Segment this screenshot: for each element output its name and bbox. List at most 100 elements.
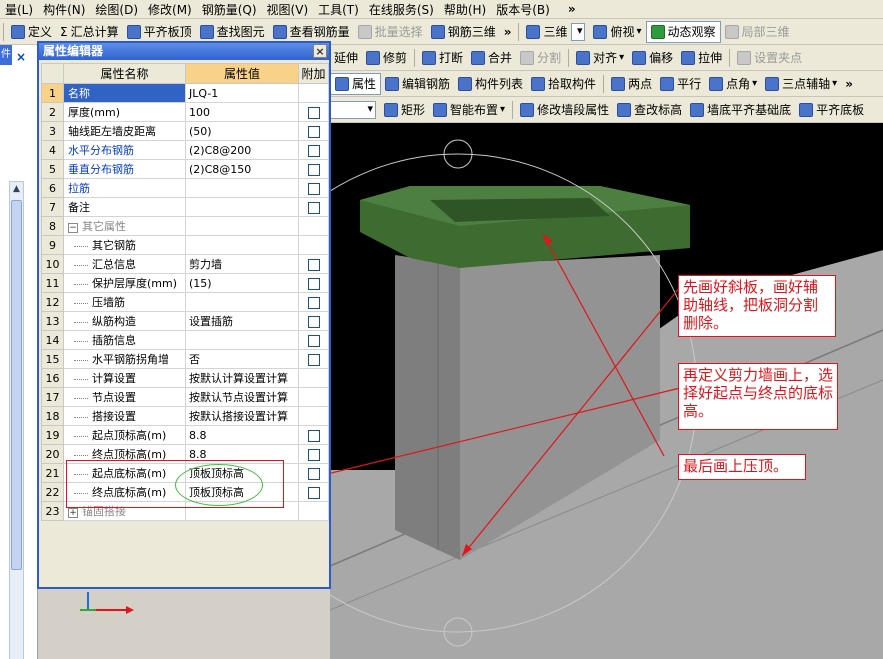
extra-checkbox[interactable] <box>307 182 320 195</box>
menu-version[interactable]: 版本号(B) <box>491 1 555 18</box>
top-view-button[interactable]: 俯视 ▾ <box>589 21 645 43</box>
property-value[interactable] <box>185 330 299 350</box>
extra-checkbox[interactable] <box>307 315 320 328</box>
property-value[interactable]: (2)C8@150 <box>185 159 299 179</box>
trim-button[interactable]: 修剪 <box>362 47 411 69</box>
panel-scrollbar[interactable]: ▲ ▼ <box>9 181 24 659</box>
property-value[interactable]: 100 <box>185 102 299 122</box>
align-button[interactable]: 对齐 ▾ <box>572 47 628 69</box>
pick-component-button[interactable]: 拾取构件 <box>527 73 600 95</box>
property-value[interactable]: 剪力墙 <box>185 254 299 274</box>
close-icon[interactable]: × <box>313 44 327 58</box>
menu-modify[interactable]: 修改(M) <box>143 1 197 18</box>
local-3d-button[interactable]: 局部三维 <box>721 21 794 43</box>
extra-checkbox[interactable] <box>307 163 320 176</box>
smart-layout-button[interactable]: 智能布置 ▾ <box>429 99 509 121</box>
extra-checkbox[interactable] <box>307 201 320 214</box>
property-row[interactable]: 1 名称 JLQ-1 <box>41 83 329 103</box>
define-button[interactable]: 定义 <box>7 21 56 43</box>
property-value[interactable]: 按默认计算设置计算 <box>185 368 299 388</box>
extra-checkbox[interactable] <box>307 296 320 309</box>
extra-checkbox[interactable] <box>307 125 320 138</box>
view-rebar-button[interactable]: 查看钢筋量 <box>269 21 354 43</box>
toolbar3-overflow-button[interactable]: » <box>841 77 857 91</box>
property-row[interactable]: 17 节点设置 按默认节点设置计算 <box>41 387 329 407</box>
batch-select-button[interactable]: 批量选择 <box>354 21 427 43</box>
extra-checkbox[interactable] <box>307 144 320 157</box>
check-elevation-button[interactable]: 查改标高 <box>613 99 686 121</box>
property-row[interactable]: 2 厚度(mm) 100 <box>41 102 329 122</box>
property-row[interactable]: 4 水平分布钢筋 (2)C8@200 <box>41 140 329 160</box>
align-slab-top-button[interactable]: 平齐板顶 <box>123 21 196 43</box>
summary-calc-button[interactable]: Σ 汇总计算 <box>56 21 123 43</box>
menu-overflow-button[interactable]: » <box>563 2 581 16</box>
property-value[interactable]: JLQ-1 <box>185 83 299 103</box>
collapse-icon[interactable]: − <box>68 223 78 233</box>
menu-draw[interactable]: 绘图(D) <box>90 1 143 18</box>
property-row[interactable]: 6 拉筋 <box>41 178 329 198</box>
align-bottom-slab-button[interactable]: 平齐底板 <box>795 99 868 121</box>
property-row[interactable]: 19 起点顶标高(m) 8.8 <box>41 425 329 445</box>
scroll-thumb[interactable] <box>11 200 22 570</box>
extra-checkbox[interactable] <box>307 467 320 480</box>
extend-button[interactable]: 延伸 <box>330 47 362 69</box>
property-value[interactable] <box>185 197 299 217</box>
menu-help[interactable]: 帮助(H) <box>439 1 491 18</box>
draw-mode-dropdown[interactable] <box>330 100 376 119</box>
menu-rebar-quantity[interactable]: 钢筋量(Q) <box>197 1 262 18</box>
property-row[interactable]: 13 纵筋构造 设置插筋 <box>41 311 329 331</box>
menu-tools[interactable]: 工具(T) <box>313 1 364 18</box>
menu-view[interactable]: 视图(V) <box>262 1 314 18</box>
property-row[interactable]: 9 其它钢筋 <box>41 235 329 255</box>
find-element-button[interactable]: 查找图元 <box>196 21 269 43</box>
property-row[interactable]: 5 垂直分布钢筋 (2)C8@150 <box>41 159 329 179</box>
orbit-view-button[interactable]: 动态观察 <box>645 20 721 43</box>
property-value[interactable]: 否 <box>185 349 299 369</box>
property-value[interactable]: (15) <box>185 273 299 293</box>
scroll-up-icon[interactable]: ▲ <box>10 182 23 196</box>
close-icon[interactable]: × <box>14 50 28 64</box>
property-value[interactable] <box>185 216 299 236</box>
extra-checkbox[interactable] <box>307 353 320 366</box>
set-grip-button[interactable]: 设置夹点 <box>733 47 806 69</box>
property-row[interactable]: 16 计算设置 按默认计算设置计算 <box>41 368 329 388</box>
extra-checkbox[interactable] <box>307 334 320 347</box>
property-row[interactable]: 15 水平钢筋拐角增 否 <box>41 349 329 369</box>
parallel-button[interactable]: 平行 <box>656 73 705 95</box>
stretch-button[interactable]: 拉伸 <box>677 47 726 69</box>
property-row[interactable]: 11 保护层厚度(mm) (15) <box>41 273 329 293</box>
edit-rebar-button[interactable]: 编辑钢筋 <box>381 73 454 95</box>
property-row[interactable]: 3 轴线距左墙皮距离 (50) <box>41 121 329 141</box>
component-panel-tab[interactable]: 件 <box>0 45 12 65</box>
extra-checkbox[interactable] <box>307 258 320 271</box>
view-3d-dropdown[interactable] <box>571 22 586 41</box>
property-row[interactable]: 8− 其它属性 <box>41 216 329 236</box>
property-value[interactable] <box>185 178 299 198</box>
property-value[interactable]: 8.8 <box>185 425 299 445</box>
property-button[interactable]: 属性 <box>330 72 382 95</box>
split-button[interactable]: 分割 <box>516 47 565 69</box>
rectangle-button[interactable]: 矩形 <box>380 99 429 121</box>
extra-checkbox[interactable] <box>307 106 320 119</box>
property-value[interactable] <box>185 235 299 255</box>
property-row[interactable]: 12 压墙筋 <box>41 292 329 312</box>
expand-icon[interactable]: + <box>68 508 78 518</box>
break-button[interactable]: 打断 <box>418 47 467 69</box>
property-value[interactable]: 设置插筋 <box>185 311 299 331</box>
property-value[interactable]: (50) <box>185 121 299 141</box>
property-value[interactable]: 按默认节点设置计算 <box>185 387 299 407</box>
view-3d-button[interactable]: 三维 <box>522 21 571 43</box>
offset-button[interactable]: 偏移 <box>628 47 677 69</box>
property-editor-title[interactable]: 属性编辑器 × <box>39 43 329 60</box>
modify-wall-property-button[interactable]: 修改墙段属性 <box>516 99 613 121</box>
extra-checkbox[interactable] <box>307 486 320 499</box>
property-row[interactable]: 18 搭接设置 按默认搭接设置计算 <box>41 406 329 426</box>
rebar-3d-button[interactable]: 钢筋三维 <box>427 21 500 43</box>
merge-button[interactable]: 合并 <box>467 47 516 69</box>
point-angle-button[interactable]: 点角 ▾ <box>705 73 761 95</box>
extra-checkbox[interactable] <box>307 277 320 290</box>
property-value[interactable]: 按默认搭接设置计算 <box>185 406 299 426</box>
property-value[interactable] <box>185 292 299 312</box>
two-point-button[interactable]: 两点 <box>607 73 656 95</box>
menu-online-service[interactable]: 在线服务(S) <box>364 1 439 18</box>
